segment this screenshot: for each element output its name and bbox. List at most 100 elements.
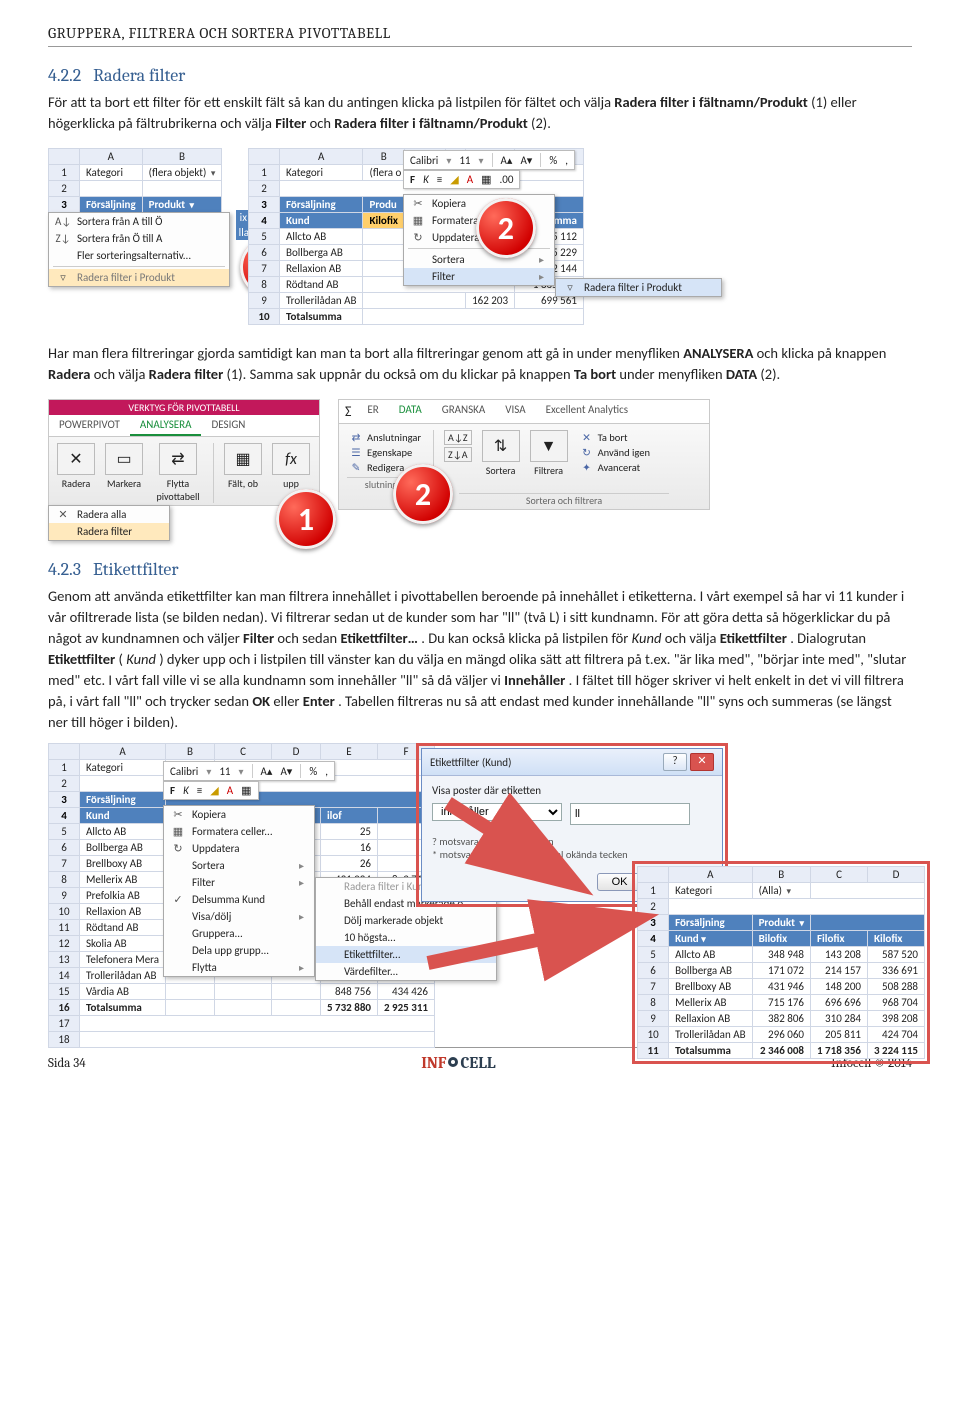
fill-color-icon[interactable]: ◢	[210, 784, 218, 797]
filter-icon[interactable]: ▾	[188, 200, 195, 211]
t: (	[119, 650, 123, 668]
align-icon[interactable]: ≡	[197, 784, 202, 797]
close-icon[interactable]: ✕	[690, 753, 714, 771]
bold-icon[interactable]: F	[410, 173, 415, 186]
borders-icon[interactable]: ▦	[481, 173, 491, 186]
label: Radera	[62, 477, 91, 490]
menu-radera-alla[interactable]: ✕Radera alla	[49, 506, 169, 523]
filter-icon[interactable]: ▾	[209, 168, 216, 179]
label: Filter	[432, 270, 455, 283]
percent-icon[interactable]: %	[309, 765, 317, 778]
fill-color-icon[interactable]: ◢	[450, 173, 458, 186]
font-selector[interactable]: Calibri	[170, 765, 198, 778]
cell: 5	[638, 947, 669, 963]
cell: Totalsumma	[80, 1000, 166, 1016]
menu-item[interactable]: ▦Formatera celler...	[164, 823, 314, 840]
submenu-clear-filter[interactable]: ▿Radera filter i Produkt	[556, 279, 721, 296]
advanced-icon: ✦	[580, 461, 594, 474]
menu-sort-az[interactable]: A↓Sortera från A till Ö	[49, 213, 229, 230]
menu-item[interactable]: ✂Kopiera	[164, 806, 314, 823]
dec-font-icon[interactable]: A▾	[280, 765, 292, 778]
t: Kund	[126, 650, 156, 668]
filter-applied-icon[interactable]: ▾	[701, 934, 706, 945]
filter-icon[interactable]: ▾	[797, 918, 804, 929]
btn-tabort[interactable]: ✕Ta bort	[578, 430, 652, 445]
tab-visa[interactable]: VISA	[495, 400, 535, 423]
filter-icon[interactable]: ▾	[784, 886, 791, 897]
cell: Trollerilådan AB	[80, 968, 166, 984]
label: Dela upp grupp...	[192, 944, 269, 957]
menu-item[interactable]: Dela upp grupp...	[164, 942, 314, 959]
cell: 15	[49, 984, 80, 1000]
tab-analysera[interactable]: ANALYSERA	[130, 415, 202, 436]
submenu-item[interactable]: 10 högsta...	[316, 929, 496, 946]
tab-granska[interactable]: GRANSKA	[432, 400, 496, 423]
btn-reapply[interactable]: ↻Använd igen	[578, 445, 652, 460]
bold-icon[interactable]: F	[170, 784, 175, 797]
font-selector[interactable]: Calibri	[410, 154, 438, 167]
tab-powerpivot[interactable]: POWERPIVOT	[49, 415, 130, 436]
cell: 9	[49, 888, 80, 904]
submenu-item[interactable]: Etikettfilter...	[316, 946, 496, 963]
cell: Bollberga AB	[280, 245, 363, 261]
dialog-input[interactable]	[570, 803, 690, 825]
font-color-icon[interactable]: A	[467, 173, 473, 186]
cell: 6	[49, 840, 80, 856]
badge-2b: 2	[393, 464, 453, 524]
menu-clear-filter[interactable]: ▿Radera filter i Produkt	[49, 269, 229, 286]
t: Enter	[303, 692, 335, 710]
sort-az-icon[interactable]: A↓Z	[444, 430, 472, 445]
italic-icon[interactable]: K	[423, 173, 429, 186]
menu-filter[interactable]: Filter▸	[404, 268, 554, 285]
percent-icon[interactable]: %	[549, 154, 557, 167]
menu-sort-za[interactable]: Z↓Sortera från Ö till A	[49, 230, 229, 247]
font-color-icon[interactable]: A	[227, 784, 233, 797]
btn-anslutningar[interactable]: ⇄Anslutningar	[347, 430, 423, 445]
menu-item[interactable]: Flytta▸	[164, 959, 314, 976]
markera-icon[interactable]: ▭	[105, 443, 143, 475]
radera-icon[interactable]: ✕	[57, 443, 95, 475]
flytta-icon[interactable]: ⇄	[159, 443, 197, 475]
menu-item[interactable]: ✓Delsumma Kund	[164, 891, 314, 908]
sort-icon[interactable]: ⇅	[482, 430, 520, 462]
borders-icon[interactable]: ▦	[241, 784, 251, 797]
menu-item[interactable]: Filter▸	[164, 874, 314, 891]
decimal-icon[interactable]: .00	[500, 173, 514, 186]
filter-icon[interactable]: ▼	[530, 430, 568, 462]
submenu-item[interactable]: Värdefilter...	[316, 963, 496, 980]
menu-more-sort[interactable]: Fler sorteringsalternativ...	[49, 247, 229, 264]
cell-selected[interactable]: Kilofix	[363, 213, 404, 229]
tab-excellent[interactable]: Excellent Analytics	[536, 400, 638, 423]
tab-er[interactable]: ER	[357, 400, 388, 423]
font-size[interactable]: 11	[219, 765, 230, 778]
menu-radera-filter[interactable]: Radera filter	[49, 523, 169, 540]
dialog-select[interactable]: innehåller	[432, 803, 562, 821]
cell: 296 060	[752, 1027, 810, 1043]
menu-item[interactable]: Sortera▸	[164, 857, 314, 874]
fx-icon[interactable]: fx	[272, 443, 310, 475]
menu-item[interactable]: ↻Uppdatera	[164, 840, 314, 857]
fields-icon[interactable]: ▦	[224, 443, 262, 475]
c: B	[363, 149, 404, 165]
align-icon[interactable]: ≡	[437, 173, 442, 186]
cell: Telefonera Mera	[80, 952, 166, 968]
font-size[interactable]: 11	[459, 154, 470, 167]
sort-za-icon[interactable]: Z↓A	[444, 447, 472, 462]
menu-item[interactable]: Visa/dölj▸	[164, 908, 314, 925]
cell: 11	[49, 920, 80, 936]
c: D	[868, 867, 925, 883]
italic-icon[interactable]: K	[183, 784, 189, 797]
btn-advanced[interactable]: ✦Avancerat	[578, 460, 652, 475]
tab-design[interactable]: DESIGN	[201, 415, 255, 436]
increase-font-icon[interactable]: A▴	[501, 154, 513, 167]
cell: Skolia AB	[80, 936, 166, 952]
menu-item[interactable]: Gruppera...	[164, 925, 314, 942]
tab-data[interactable]: DATA	[389, 400, 432, 423]
inc-font-icon[interactable]: A▴	[261, 765, 273, 778]
label: Kopiera	[432, 197, 466, 210]
help-icon[interactable]: ?	[663, 753, 687, 771]
btn-egenskape[interactable]: ☰Egenskape	[347, 445, 423, 460]
submenu-item[interactable]: Dölj markerade objekt	[316, 912, 496, 929]
decrease-font-icon[interactable]: A▾	[520, 154, 532, 167]
label: Filter	[192, 876, 215, 889]
